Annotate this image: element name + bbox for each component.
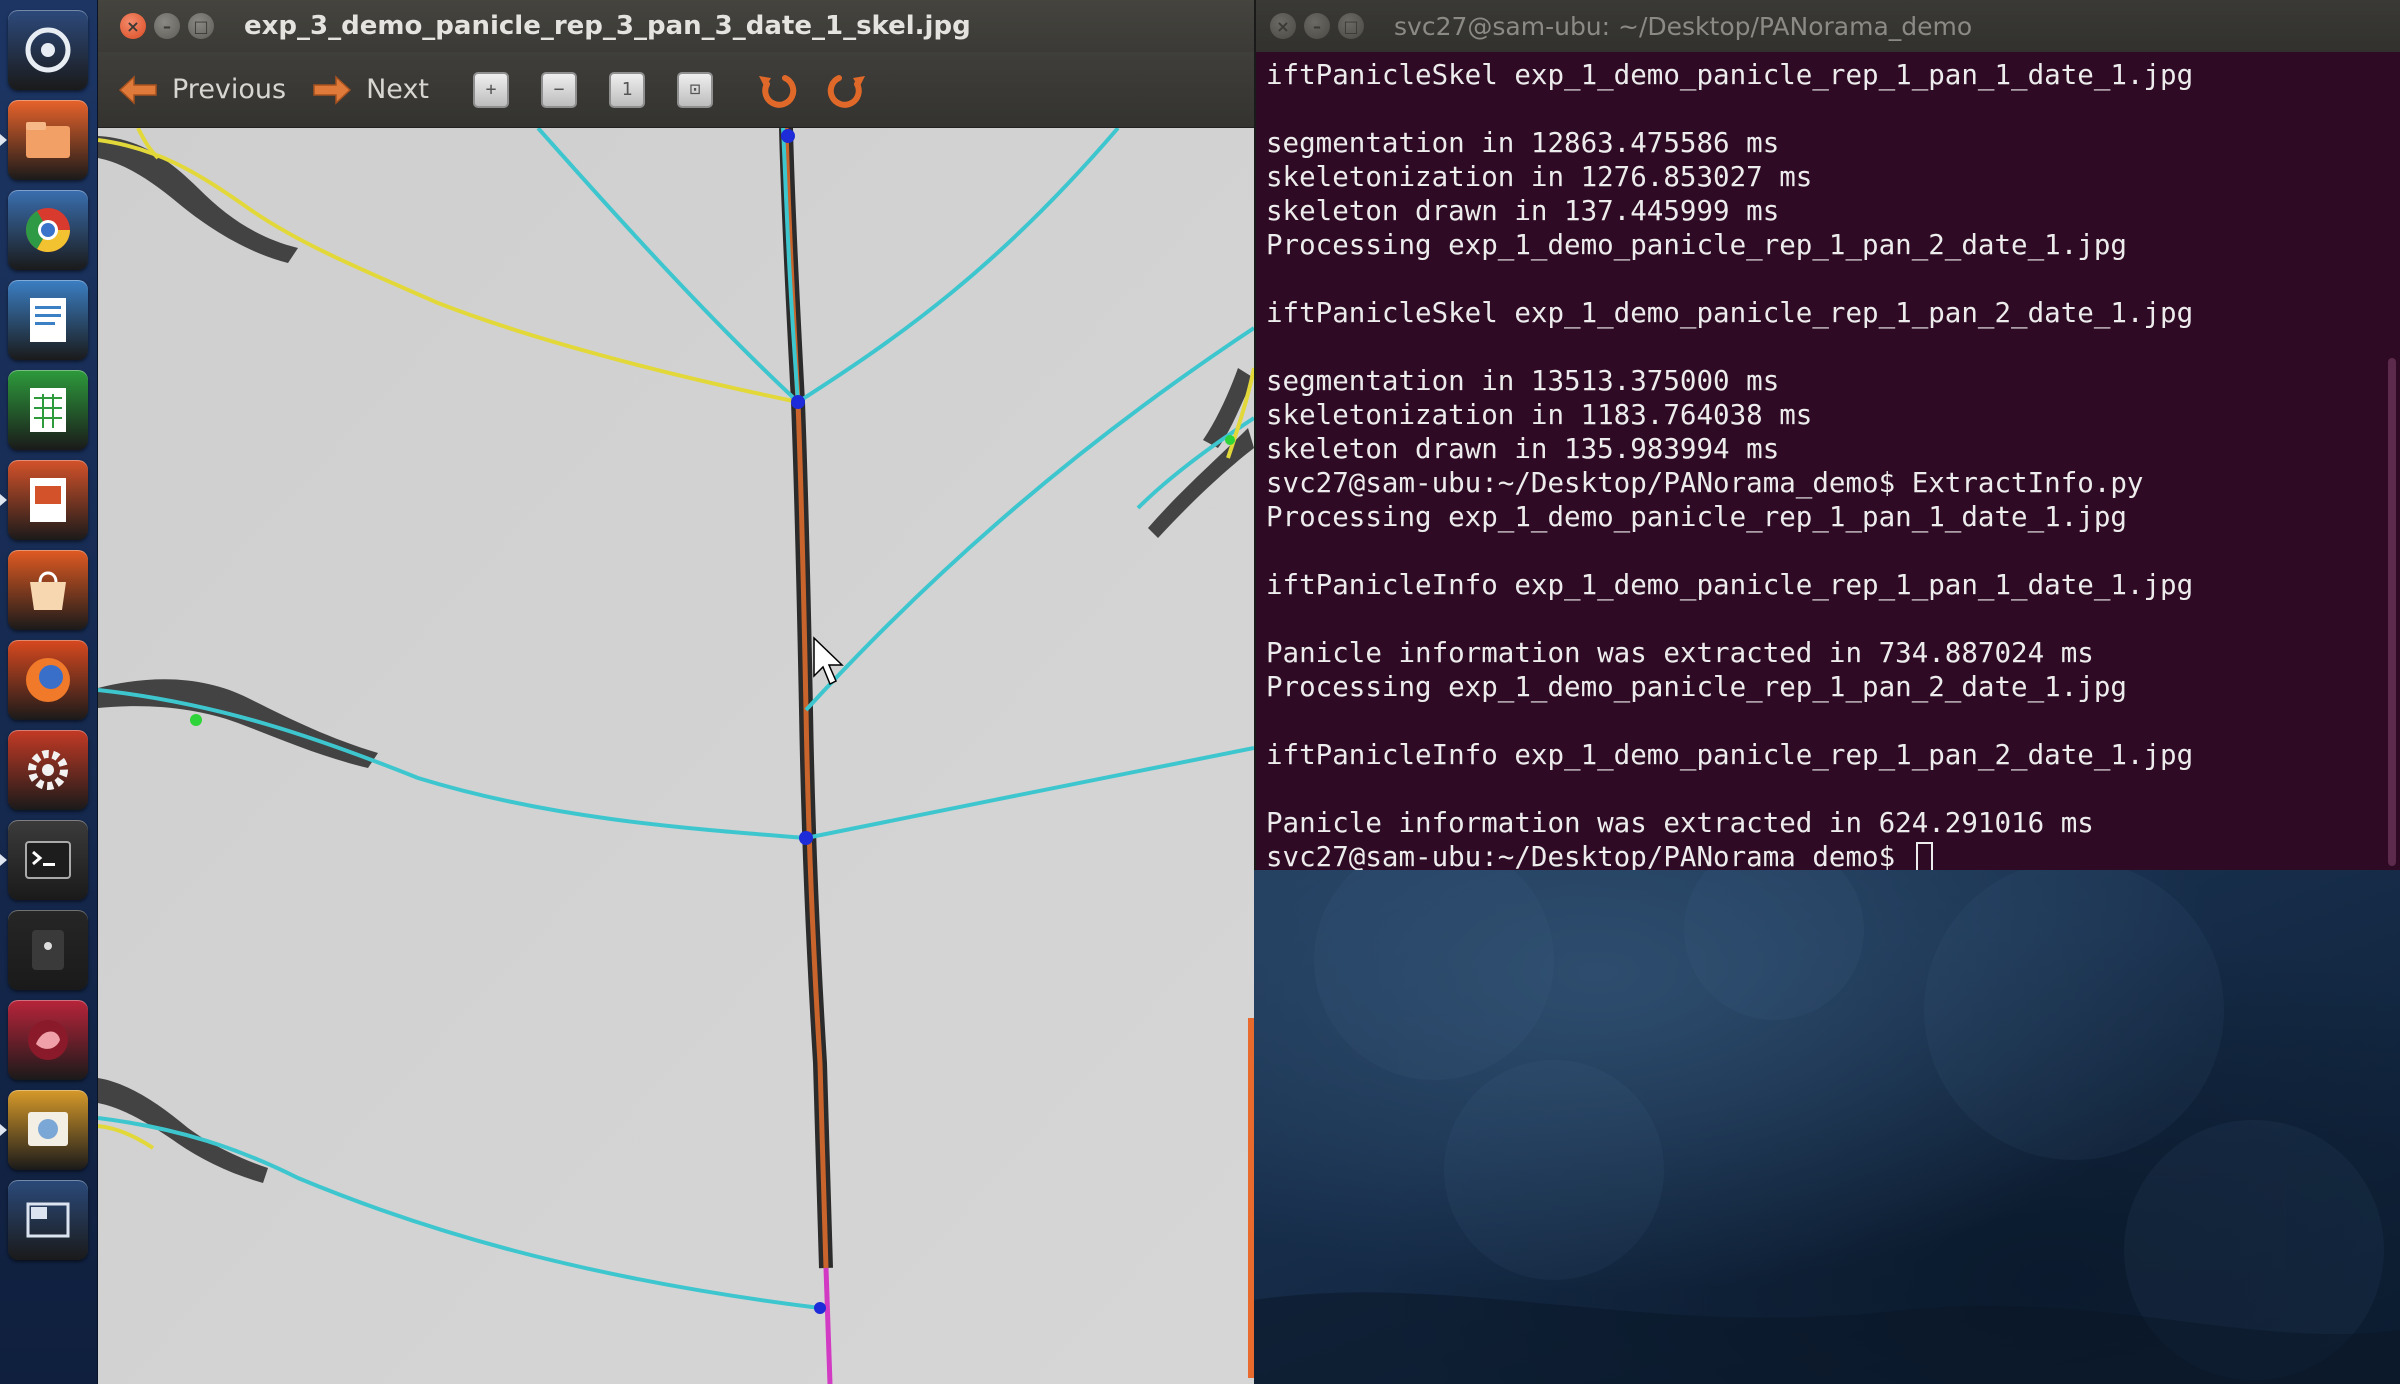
launcher-item-dash-home[interactable]	[8, 10, 88, 90]
previous-label: Previous	[172, 74, 287, 105]
terminal-line: Panicle information was extracted in 734…	[1266, 637, 2094, 669]
terminal-prompt-line[interactable]: svc27@sam-ubu:~/Desktop/PANorama_demo$	[1266, 840, 2366, 874]
launcher-item-files[interactable]	[8, 100, 88, 180]
terminal-line: segmentation in 13513.375000 ms	[1266, 365, 1780, 397]
maximize-button[interactable]: □	[188, 13, 214, 39]
terminal-prompt: svc27@sam-ubu:~/Desktop/PANorama_demo$	[1266, 841, 1912, 873]
terminal-line: segmentation in 12863.475586 ms	[1266, 127, 1780, 159]
viewer-toolbar: Previous Next + − 1 ⊡	[98, 52, 1254, 128]
close-button[interactable]: ×	[120, 13, 146, 39]
calc-icon	[30, 388, 66, 432]
running-indicator	[0, 854, 7, 866]
terminal-line: iftPanicleSkel exp_1_demo_panicle_rep_1_…	[1266, 297, 2194, 329]
zoom-fit-icon[interactable]: ⊡	[677, 71, 714, 108]
arrow-right-icon	[313, 74, 352, 105]
arrow-left-icon	[118, 74, 157, 105]
chrome-icon	[26, 208, 70, 252]
wallpaper-texture	[1254, 870, 2400, 1384]
launcher-item-workspace-switcher[interactable]	[8, 1180, 88, 1260]
previous-button[interactable]: Previous	[118, 60, 286, 120]
next-label: Next	[366, 74, 430, 105]
viewer-titlebar[interactable]: × – □ exp_3_demo_panicle_rep_3_pan_3_dat…	[98, 0, 1254, 52]
app-icon	[28, 1020, 68, 1060]
terminal-line: iftPanicleInfo exp_1_demo_panicle_rep_1_…	[1266, 569, 2194, 601]
terminal-output[interactable]: iftPanicleSkel exp_1_demo_panicle_rep_1_…	[1266, 58, 2366, 873]
terminal-minimize-button[interactable]: –	[1304, 13, 1330, 39]
settings-icon	[28, 750, 68, 790]
launcher-item-calc[interactable]	[8, 370, 88, 450]
terminal-cursor	[1915, 842, 1933, 872]
terminal-line: Panicle information was extracted in 624…	[1266, 807, 2094, 839]
terminal-line: iftPanicleInfo exp_1_demo_panicle_rep_1_…	[1266, 739, 2194, 771]
zoom-out-icon[interactable]: −	[541, 71, 578, 108]
launcher-item-impress[interactable]	[8, 460, 88, 540]
running-indicator	[0, 1124, 7, 1136]
terminal-window[interactable]: × – □ svc27@sam-ubu: ~/Desktop/PANorama_…	[1254, 0, 2400, 873]
launcher-item-writer[interactable]	[8, 280, 88, 360]
minimize-button[interactable]: –	[154, 13, 180, 39]
terminal-titlebar[interactable]: × – □ svc27@sam-ubu: ~/Desktop/PANorama_…	[1256, 0, 2400, 52]
terminal-scrollbar[interactable]	[2388, 358, 2396, 866]
terminal-line: skeletonization in 1183.764038 ms	[1266, 399, 1813, 431]
launcher-item-software-center[interactable]	[8, 550, 88, 630]
launcher-item-image-viewer[interactable]	[8, 1090, 88, 1170]
writer-icon	[30, 298, 66, 342]
launcher-item-terminal[interactable]	[8, 820, 88, 900]
impress-icon	[30, 478, 66, 522]
launcher-item-settings[interactable]	[8, 730, 88, 810]
launcher-item-chrome[interactable]	[8, 190, 88, 270]
terminal-line: Processing exp_1_demo_panicle_rep_1_pan_…	[1266, 501, 2127, 533]
launcher-item-camera[interactable]	[8, 910, 88, 990]
image-viewer-icon	[28, 1112, 68, 1146]
workspace-switcher-icon	[26, 1202, 70, 1238]
unity-launcher	[0, 0, 98, 1384]
panicle-skeleton-image	[98, 128, 1254, 1384]
rotate-left-icon[interactable]	[755, 68, 799, 112]
image-viewer-window: × – □ exp_3_demo_panicle_rep_3_pan_3_dat…	[98, 0, 1254, 1384]
image-canvas[interactable]	[98, 128, 1254, 1384]
terminal-icon	[25, 841, 71, 879]
terminal-title: svc27@sam-ubu: ~/Desktop/PANorama_demo	[1394, 11, 1973, 41]
zoom-normal-icon[interactable]: 1	[609, 71, 646, 108]
launcher-item-firefox[interactable]	[8, 640, 88, 720]
terminal-line: skeleton drawn in 135.983994 ms	[1266, 433, 1780, 465]
terminal-line: skeleton drawn in 137.445999 ms	[1266, 195, 1780, 227]
zoom-in-icon[interactable]: +	[473, 71, 510, 108]
dash-home-icon	[25, 27, 71, 73]
software-center-icon	[30, 571, 66, 610]
launcher-item-app[interactable]	[8, 1000, 88, 1080]
terminal-line: Processing exp_1_demo_panicle_rep_1_pan_…	[1266, 671, 2127, 703]
terminal-line: svc27@sam-ubu:~/Desktop/PANorama_demo$ E…	[1266, 467, 2144, 499]
window-title: exp_3_demo_panicle_rep_3_pan_3_date_1_sk…	[244, 11, 971, 41]
terminal-line: Processing exp_1_demo_panicle_rep_1_pan_…	[1266, 229, 2127, 261]
files-icon	[26, 122, 70, 158]
terminal-close-button[interactable]: ×	[1270, 13, 1296, 39]
desktop-wallpaper	[1254, 870, 2400, 1384]
camera-icon	[32, 930, 64, 970]
terminal-line: iftPanicleSkel exp_1_demo_panicle_rep_1_…	[1266, 59, 2194, 91]
next-button[interactable]: Next	[312, 60, 429, 120]
running-indicator	[0, 494, 7, 506]
rotate-right-icon[interactable]	[825, 68, 869, 112]
firefox-icon	[26, 658, 70, 702]
terminal-maximize-button[interactable]: □	[1338, 13, 1364, 39]
terminal-line: skeletonization in 1276.853027 ms	[1266, 161, 1813, 193]
running-indicator	[0, 134, 7, 146]
